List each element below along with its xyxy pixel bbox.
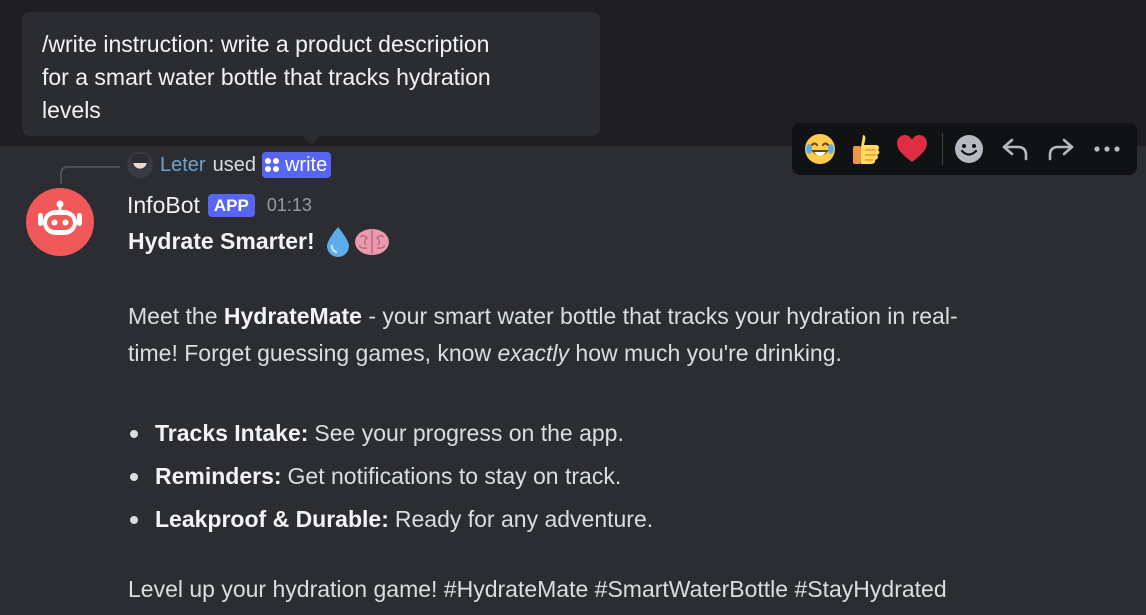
- tooltip-line-3: levels: [42, 97, 101, 123]
- para-text-1: Meet the: [128, 303, 224, 329]
- feature-list: Tracks Intake: See your progress on the …: [128, 412, 653, 541]
- command-reply-header: Leter used write: [127, 151, 332, 179]
- list-item-text: Get notifications to stay on track.: [287, 463, 622, 489]
- more-icon: [1094, 146, 1120, 152]
- bullet-icon: [130, 515, 138, 524]
- command-chip[interactable]: write: [261, 152, 332, 178]
- toolbar-separator: [942, 133, 943, 165]
- thumbs-up-emoji-icon: [853, 135, 880, 164]
- tooltip-line-1: /write instruction: write a product desc…: [42, 31, 490, 57]
- more-button[interactable]: [1087, 129, 1127, 169]
- forward-icon: [1048, 138, 1074, 161]
- bullet-icon: [130, 472, 138, 481]
- app-badge: APP: [207, 193, 255, 217]
- reply-username[interactable]: Leter: [160, 154, 206, 177]
- message-closing: Level up your hydration game! #HydrateMa…: [128, 576, 947, 602]
- list-item: Tracks Intake: See your progress on the …: [128, 412, 653, 455]
- list-item: Leakproof & Durable: Ready for any adven…: [128, 498, 653, 541]
- react-heart-button[interactable]: [892, 129, 932, 169]
- add-reaction-icon: [955, 135, 983, 163]
- para-emphasis: exactly: [497, 340, 570, 366]
- reply-used-label: used: [212, 153, 256, 176]
- robot-icon: [38, 200, 82, 235]
- headline-text: Hydrate Smarter!: [128, 227, 315, 254]
- water-droplet-icon: [326, 227, 349, 257]
- message-body: Hydrate Smarter! Meet the HydrateMate - …: [128, 222, 1088, 602]
- list-item-text: Ready for any adventure.: [394, 506, 654, 532]
- list-item-title: Leakproof & Durable:: [155, 506, 389, 532]
- message-paragraph: Meet the HydrateMate - your smart water …: [128, 298, 1088, 372]
- message-headline: Hydrate Smarter!: [128, 222, 1088, 260]
- message-header: InfoBot APP 01:13: [127, 190, 312, 220]
- para-text-3: time! Forget guessing games, know: [128, 340, 498, 366]
- command-name: write: [284, 153, 328, 176]
- forward-button[interactable]: [1041, 129, 1081, 169]
- reply-button[interactable]: [995, 129, 1035, 169]
- slash-command-icon: [264, 158, 279, 172]
- tooltip-arrow: [302, 136, 320, 145]
- command-tooltip: /write instruction: write a product desc…: [22, 12, 600, 136]
- user-avatar[interactable]: [127, 152, 153, 178]
- brain-icon: [354, 229, 389, 255]
- message-actions-toolbar: [792, 123, 1137, 175]
- reply-icon: [1002, 138, 1028, 161]
- joy-emoji-icon: [805, 134, 835, 164]
- red-heart-emoji-icon: [897, 135, 927, 162]
- list-item-title: Tracks Intake:: [155, 420, 309, 446]
- bullet-icon: [130, 429, 138, 438]
- list-item-text: See your progress on the app.: [314, 420, 624, 446]
- author-name[interactable]: InfoBot: [127, 192, 200, 219]
- para-text-4: how much you're drinking.: [569, 340, 842, 366]
- bot-avatar[interactable]: [26, 188, 94, 256]
- message-timestamp[interactable]: 01:13: [267, 195, 312, 216]
- list-item-title: Reminders:: [155, 463, 282, 489]
- para-text-2: - your smart water bottle that tracks yo…: [361, 303, 958, 329]
- add-reaction-button[interactable]: [949, 129, 989, 169]
- reply-spine: [60, 166, 120, 184]
- react-joy-button[interactable]: [800, 129, 840, 169]
- list-item: Reminders: Get notifications to stay on …: [128, 455, 653, 498]
- react-thumbs-up-button[interactable]: [846, 129, 886, 169]
- para-brand: HydrateMate: [223, 303, 362, 329]
- tooltip-line-2: for a smart water bottle that tracks hyd…: [42, 64, 491, 90]
